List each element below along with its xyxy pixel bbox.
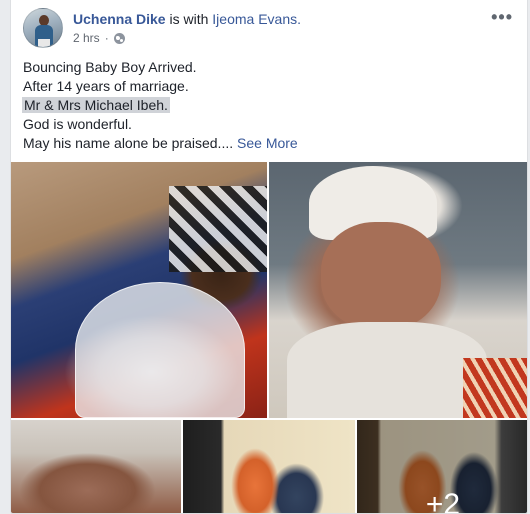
- photo-face-detail: [321, 222, 441, 330]
- with-text: is with: [169, 11, 209, 27]
- post-text-line: After 14 years of marriage.: [23, 78, 189, 94]
- tagged-person-link[interactable]: Ijeoma Evans.: [212, 11, 301, 27]
- author-line: Uchenna Dike is with Ijeoma Evans.: [73, 11, 301, 27]
- photo-net-detail: [75, 282, 245, 418]
- photo-couple-embrace[interactable]: [183, 420, 355, 513]
- photo-couple-standing[interactable]: +2: [357, 420, 527, 513]
- post-text-line: Bouncing Baby Boy Arrived.: [23, 59, 197, 75]
- photo-blanket-detail: [463, 358, 527, 418]
- author-name-link[interactable]: Uchenna Dike: [73, 11, 166, 27]
- photo-mother-in-bed[interactable]: [11, 162, 267, 418]
- post-text: Bouncing Baby Boy Arrived. After 14 year…: [22, 58, 503, 153]
- photo-grid: +2: [11, 162, 527, 513]
- more-options-icon[interactable]: •••: [491, 8, 513, 26]
- more-photos-count[interactable]: +2: [357, 488, 527, 513]
- photo-shirt-detail: [287, 322, 487, 418]
- globe-icon[interactable]: [113, 32, 125, 44]
- photo-pillow-detail: [169, 186, 267, 272]
- post-text-line-last: May his name alone be praised.... See Mo…: [23, 134, 503, 153]
- photo-baby-in-hat[interactable]: [269, 162, 527, 418]
- post-header: Uchenna Dike is with Ijeoma Evans. 2 hrs…: [23, 8, 515, 52]
- highlighted-text: Mr & Mrs Michael Ibeh.: [22, 97, 170, 113]
- photo-baby-closeup[interactable]: [11, 420, 181, 513]
- feed-post: Uchenna Dike is with Ijeoma Evans. 2 hrs…: [10, 0, 528, 514]
- author-avatar[interactable]: [23, 8, 63, 48]
- see-more-link[interactable]: See More: [237, 135, 298, 151]
- post-meta: 2 hrs ·: [73, 31, 125, 45]
- post-text-line: Mr & Mrs Michael Ibeh.: [22, 96, 503, 115]
- post-timestamp[interactable]: 2 hrs: [73, 31, 100, 45]
- meta-separator: ·: [104, 31, 109, 45]
- post-text-line: God is wonderful.: [23, 116, 132, 132]
- post-text-truncated: May his name alone be praised....: [23, 135, 234, 151]
